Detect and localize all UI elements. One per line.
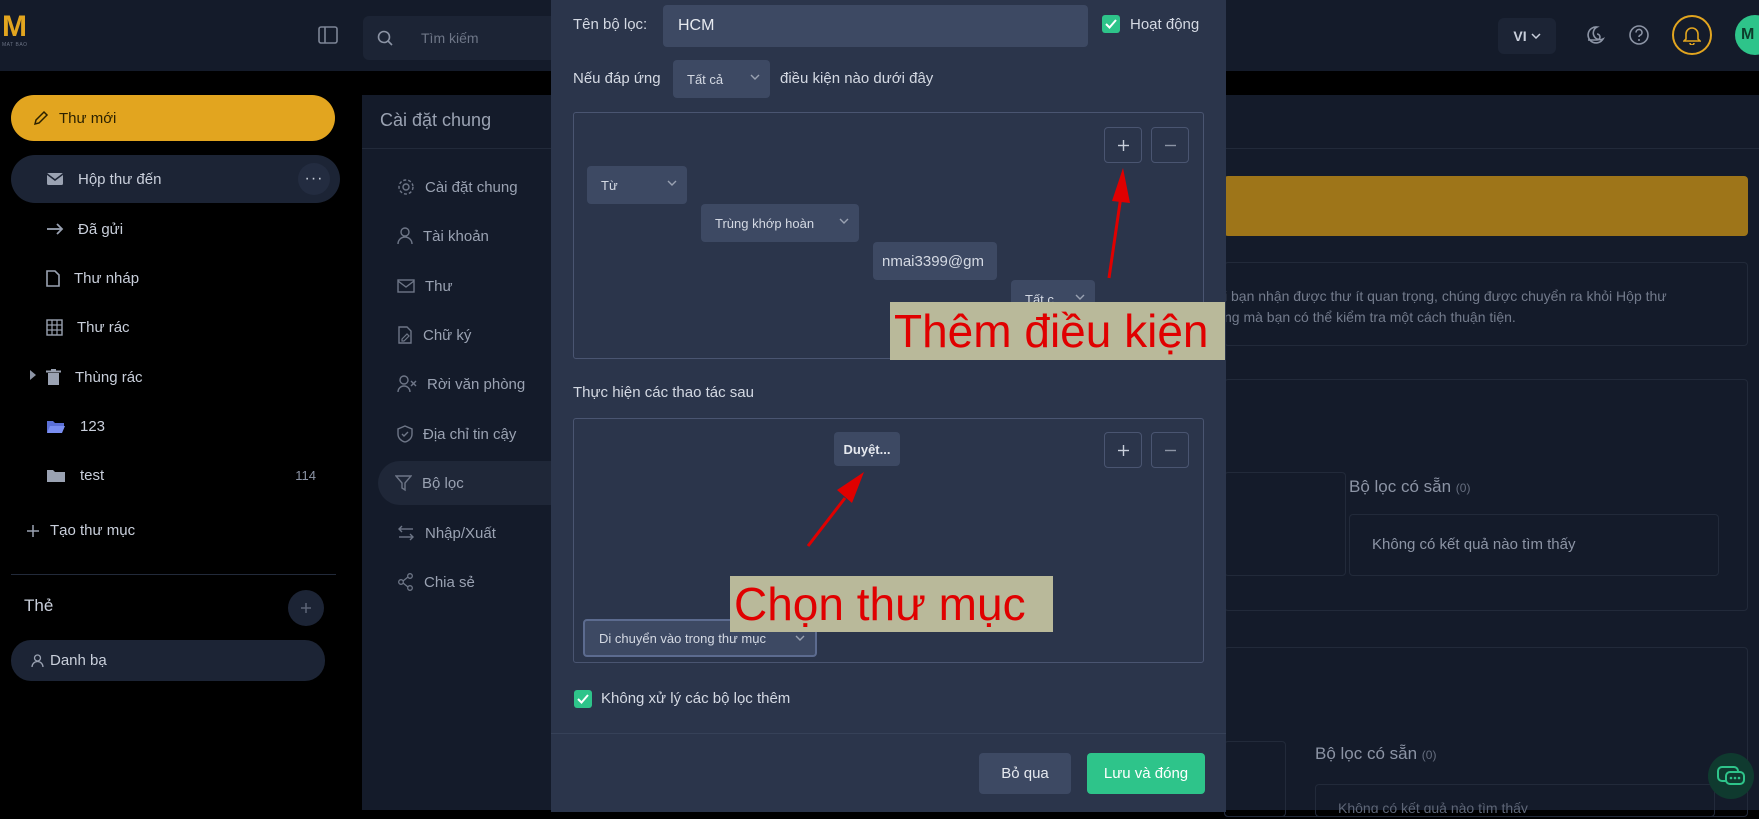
annotation-arrow-choose-folder bbox=[806, 497, 847, 547]
annotation-arrows bbox=[806, 168, 1130, 547]
annotation-arrow-add-condition bbox=[1107, 195, 1123, 279]
annotation-arrow-head-choose-folder bbox=[837, 472, 864, 503]
annotation-arrow-head-add-condition bbox=[1112, 168, 1130, 203]
